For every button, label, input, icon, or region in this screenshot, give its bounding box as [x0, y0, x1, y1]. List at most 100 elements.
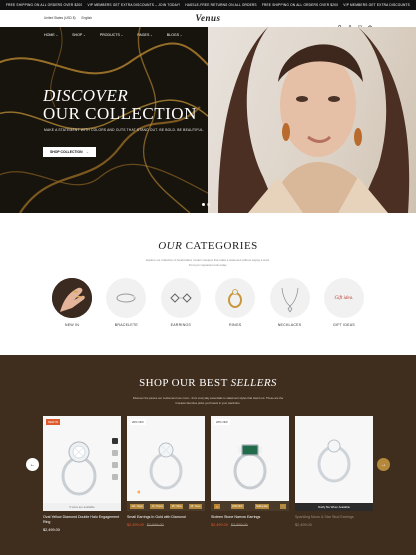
countdown-mins: 28 : Mins	[170, 503, 184, 509]
nav-item-products[interactable]: PRODUCTS	[100, 33, 124, 37]
nav-item-shop[interactable]: SHOP	[72, 33, 86, 37]
announcement-item: HASSLE-FREE RETURNS ON ALL ORDERS	[185, 3, 257, 7]
product-image[interactable]: 20% OFF 🔥 20% OFF Selling fast 🛒	[211, 416, 289, 511]
category-new-in[interactable]: NEW IN	[52, 278, 92, 327]
slider-dot[interactable]	[202, 203, 205, 206]
product-price: $2,499.00 $2,899.00	[127, 523, 205, 527]
add-to-cart-icon[interactable]	[112, 474, 118, 480]
product-card[interactable]: NEW IN 5 sizes are available Oval Yellow…	[43, 416, 121, 532]
emerald-ring-image	[233, 444, 267, 490]
necklace-image	[281, 287, 298, 313]
shop-collection-label: SHOP COLLECTION	[50, 150, 83, 154]
product-sale-price: $2,499.00	[211, 523, 228, 527]
main-nav: HOME SHOP PRODUCTS PAGES BLOGS	[44, 33, 182, 37]
halo-ring-image	[61, 441, 97, 496]
category-bracelet[interactable]: BRACELETE	[106, 278, 147, 327]
product-tags-strip: 🔥 20% OFF Selling fast 🛒	[211, 501, 289, 511]
best-sellers-title-em: SELLERS	[230, 377, 277, 389]
category-image	[106, 278, 147, 318]
product-badge: 20% OFF	[130, 419, 146, 425]
carousel-prev-button[interactable]: ←	[26, 458, 39, 471]
product-image[interactable]: 20% OFF 🔥 114 : Days 13 : Hours 28 : Min…	[127, 416, 205, 511]
announcement-bar: FREE SHIPPING ON ALL ORDERS OVER $200 VI…	[0, 0, 416, 10]
category-image	[52, 278, 92, 318]
hand-with-rings-image	[52, 278, 92, 318]
best-sellers-title: SHOP OUR BEST SELLERS	[0, 377, 416, 389]
announcement-item: FREE SHIPPING ON ALL ORDERS OVER $200	[6, 3, 83, 7]
announcement-item[interactable]: VIP MEMBERS GET EXTRA DISCOUNTS – JOIN T…	[87, 3, 180, 7]
categories-subtitle: Explore our collection of handcrafted, m…	[0, 258, 416, 267]
fire-badge: 🔥	[214, 503, 220, 509]
product-badge: 20% OFF	[214, 419, 230, 425]
arrow-right-icon: →	[380, 461, 387, 468]
gift-idea-text: Gift idea.	[334, 295, 354, 301]
announcement-item: FREE SHIPPING ON ALL ORDERS OVER $200	[261, 3, 339, 7]
category-label: NECKLACES	[277, 323, 302, 327]
best-sellers-subtitle-line: timeless favorites picks you'll want in …	[175, 400, 241, 405]
product-name[interactable]: Sixteen Stone Narrow Earrings	[211, 515, 289, 520]
categories-title-em: OUR	[158, 240, 183, 252]
product-old-price: $2,899.00	[146, 523, 164, 527]
product-name[interactable]: Small Earrings In Gold with Diamond	[127, 515, 205, 520]
hero-title-line2: OUR COLLECTION	[43, 104, 197, 123]
countdown-timer: 114 : Days 13 : Hours 28 : Mins 25 : Sec…	[127, 501, 205, 511]
carousel-next-button[interactable]: →	[377, 458, 390, 471]
category-gift-ideas[interactable]: Gift idea. GIFT IDEAS	[323, 278, 364, 327]
category-necklaces[interactable]: NECKLACES	[269, 278, 310, 327]
header-icons	[338, 16, 372, 30]
nav-item-pages[interactable]: PAGES	[137, 33, 152, 37]
categories-title-rest: CATEGORIES	[182, 240, 258, 252]
search-icon[interactable]	[338, 16, 342, 29]
wishlist-icon[interactable]	[112, 450, 118, 456]
hero-model-photo	[208, 27, 416, 213]
nav-item-home[interactable]: HOME	[44, 33, 58, 37]
category-label: BRACELETE	[114, 323, 138, 327]
slider-dot[interactable]	[207, 203, 210, 206]
cart-icon[interactable]	[368, 16, 372, 29]
hero-banner: HOME SHOP PRODUCTS PAGES BLOGS DISCOVER …	[0, 27, 416, 213]
sizes-available-strip: 5 sizes are available	[43, 503, 121, 511]
wishlist-icon[interactable]	[357, 16, 363, 29]
category-label: RINGS	[228, 323, 242, 327]
category-label: EARRINGS	[170, 323, 191, 327]
selling-fast-badge: Selling fast	[254, 503, 270, 509]
diamond-ring-image	[149, 442, 183, 490]
product-actions	[112, 438, 118, 480]
category-list: NEW IN BRACELETE EARRINGS RINGS NECKLACE…	[52, 278, 364, 327]
compare-icon[interactable]	[112, 462, 118, 468]
product-card[interactable]: 20% OFF 🔥 20% OFF Selling fast 🛒 Sixteen…	[211, 416, 289, 532]
quick-view-icon[interactable]	[112, 438, 118, 444]
product-name[interactable]: Oval Yellow Diamond Double Halo Engageme…	[43, 515, 121, 525]
best-sellers-title-rest: SHOP OUR BEST	[139, 377, 231, 389]
product-regular-price: $2,499.00	[43, 528, 60, 532]
nav-item-blogs[interactable]: BLOGS	[167, 33, 183, 37]
hero-title-line1: DISCOVER	[43, 86, 129, 105]
arrow-left-icon: ←	[29, 461, 36, 468]
sale-badge: 20% OFF	[230, 503, 244, 509]
product-sale-price: $2,499.00	[127, 523, 144, 527]
shop-collection-button[interactable]: SHOP COLLECTION →	[43, 147, 96, 157]
category-earrings[interactable]: EARRINGS	[160, 278, 201, 327]
model-illustration	[218, 27, 410, 213]
countdown-secs: 25 : Secs	[189, 503, 202, 509]
product-name[interactable]: Sparkling Moon & Star Stud Earrings	[295, 515, 373, 520]
notify-me-button[interactable]: Notify Me When Available	[295, 503, 373, 511]
product-regular-price: $2,499.00	[295, 523, 312, 527]
add-to-cart-icon[interactable]: 🛒	[279, 503, 286, 509]
fire-icon: 🔥	[137, 490, 141, 494]
slider-dots	[202, 203, 210, 206]
earrings-image	[170, 293, 192, 303]
category-image	[269, 278, 310, 318]
product-card[interactable]: Notify Me When Available Sparkling Moon …	[295, 416, 373, 532]
category-image	[215, 278, 256, 318]
account-icon[interactable]	[348, 16, 352, 30]
category-rings[interactable]: RINGS	[215, 278, 256, 327]
product-image[interactable]: Notify Me When Available	[295, 416, 373, 511]
product-badge: NEW IN	[46, 419, 61, 425]
category-image: Gift idea.	[323, 278, 364, 318]
category-image	[160, 278, 201, 318]
product-image[interactable]: NEW IN 5 sizes are available	[43, 416, 121, 511]
product-price: $2,499.00 $2,899.00	[211, 523, 289, 527]
product-price: $2,499.00	[43, 528, 121, 532]
product-card[interactable]: 20% OFF 🔥 114 : Days 13 : Hours 28 : Min…	[127, 416, 205, 532]
